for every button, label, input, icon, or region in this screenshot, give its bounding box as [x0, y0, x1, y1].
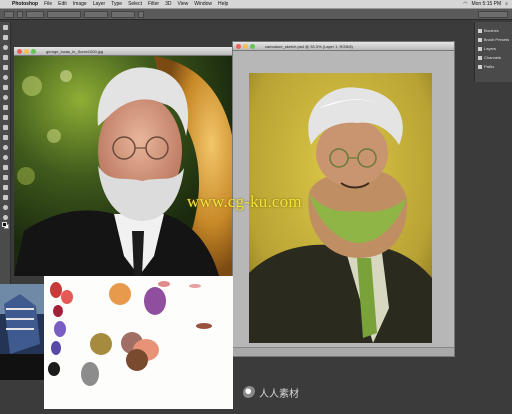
brush-presets-icon: [478, 37, 482, 42]
marquee-tool-icon[interactable]: [0, 32, 11, 42]
menu-3d[interactable]: 3D: [162, 1, 174, 7]
blur-tool-icon[interactable]: [0, 142, 11, 152]
paint-swatches: [48, 281, 212, 386]
minimize-icon[interactable]: [243, 43, 248, 49]
eraser-tool-icon[interactable]: [0, 122, 11, 132]
hand-tool-icon[interactable]: [0, 202, 11, 212]
menu-photoshop[interactable]: Photoshop: [9, 1, 41, 7]
menu-image[interactable]: Image: [70, 1, 90, 7]
paths-icon: [478, 64, 482, 69]
lasso-tool-icon[interactable]: [0, 42, 11, 52]
panel-channels[interactable]: Channels: [478, 53, 509, 62]
wifi-icon[interactable]: ◠: [463, 1, 467, 7]
foreground-color-swatch[interactable]: [2, 222, 7, 227]
quick-select-tool-icon[interactable]: [0, 52, 11, 62]
tools-panel: [0, 22, 11, 322]
options-bar: [0, 9, 512, 20]
document-status-bar: [233, 347, 454, 356]
clock: Mon 5:15 PM: [471, 1, 502, 7]
menu-type[interactable]: Type: [108, 1, 125, 7]
history-brush-tool-icon[interactable]: [0, 112, 11, 122]
opacity-field[interactable]: [84, 10, 108, 18]
zoom-icon[interactable]: [31, 48, 36, 54]
flow-field[interactable]: [111, 10, 135, 18]
layers-icon: [478, 46, 482, 51]
menu-window[interactable]: Window: [191, 1, 215, 7]
move-tool-icon[interactable]: [0, 22, 11, 32]
brush-size-picker[interactable]: [17, 10, 23, 18]
panel-label: Channels: [484, 55, 501, 60]
mode-select[interactable]: [47, 10, 81, 18]
healing-brush-tool-icon[interactable]: [0, 82, 11, 92]
search-icon[interactable]: ⌕: [505, 1, 508, 7]
brush-tool-icon[interactable]: [0, 92, 11, 102]
watermark-label: 人人素材: [259, 389, 299, 400]
gradient-tool-icon[interactable]: [0, 132, 11, 142]
path-selection-tool-icon[interactable]: [0, 182, 11, 192]
thumbnail-image: [0, 284, 44, 380]
watermark-url: www.cg-ku.com: [187, 192, 302, 211]
window-titlebar[interactable]: caricature_sketch.psd @ 33.3% (Layer 1, …: [233, 42, 454, 51]
panel-label: Brushes: [484, 28, 499, 33]
channels-icon: [478, 55, 482, 60]
zoom-tool-icon[interactable]: [0, 212, 11, 222]
panel-paths[interactable]: Paths: [478, 62, 509, 71]
menu-select[interactable]: Select: [125, 1, 145, 7]
menu-filter[interactable]: Filter: [145, 1, 162, 7]
menubar-status: ◠ Mon 5:15 PM ⌕: [463, 1, 512, 7]
shape-tool-icon[interactable]: [0, 192, 11, 202]
reference-photo-window[interactable]: george_lucas_in_Sumv1000.jpg: [14, 47, 236, 276]
panel-dock: Brushes Brush Presets Layers Channels Pa…: [474, 22, 512, 82]
panel-brushes[interactable]: Brushes: [478, 26, 509, 35]
window-title: caricature_sketch.psd @ 33.3% (Layer 1, …: [265, 43, 353, 49]
panel-layers[interactable]: Layers: [478, 44, 509, 53]
pen-tool-icon[interactable]: [0, 162, 11, 172]
brush-panel-toggle[interactable]: [26, 10, 44, 18]
panel-label: Paths: [484, 64, 495, 69]
brushes-icon: [478, 28, 482, 33]
zoom-icon[interactable]: [250, 43, 255, 49]
reference-thumbnail[interactable]: [0, 284, 44, 380]
window-titlebar[interactable]: george_lucas_in_Sumv1000.jpg: [14, 47, 236, 56]
tool-preset-picker[interactable]: [4, 10, 14, 18]
menu-file[interactable]: File: [41, 1, 55, 7]
corner-watermark: 人人素材: [243, 385, 299, 400]
minimize-icon[interactable]: [24, 48, 29, 54]
reference-photo[interactable]: [14, 56, 236, 276]
watermark-logo-icon: [243, 386, 256, 399]
clone-stamp-tool-icon[interactable]: [0, 102, 11, 112]
window-title: george_lucas_in_Sumv1000.jpg: [46, 48, 104, 54]
dodge-tool-icon[interactable]: [0, 152, 11, 162]
close-icon[interactable]: [236, 43, 241, 49]
menu-help[interactable]: Help: [215, 1, 231, 7]
panel-label: Brush Presets: [483, 37, 509, 42]
crop-tool-icon[interactable]: [0, 62, 11, 72]
workspace-switcher[interactable]: [478, 10, 508, 18]
panel-label: Layers: [484, 46, 497, 51]
menu-edit[interactable]: Edit: [55, 1, 70, 7]
menu-view[interactable]: View: [175, 1, 192, 7]
panel-brush-presets[interactable]: Brush Presets: [478, 35, 509, 44]
airbrush-toggle[interactable]: [138, 10, 144, 18]
menu-layer[interactable]: Layer: [90, 1, 109, 7]
type-tool-icon[interactable]: [0, 172, 11, 182]
color-palette-document[interactable]: [44, 276, 233, 409]
eyedropper-tool-icon[interactable]: [0, 72, 11, 82]
close-icon[interactable]: [17, 48, 22, 54]
menu-bar: Photoshop File Edit Image Layer Type Sel…: [0, 0, 512, 9]
